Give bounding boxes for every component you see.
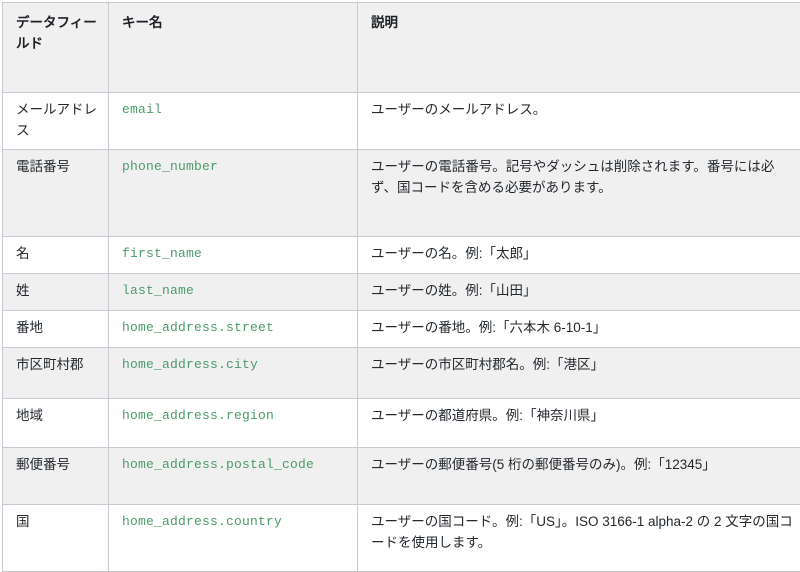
cell-data-field: 名 bbox=[3, 237, 109, 274]
cell-key-name: phone_number bbox=[109, 150, 358, 237]
cell-key-name: home_address.region bbox=[109, 399, 358, 448]
cell-data-field: 国 bbox=[3, 505, 109, 572]
table-row: 郵便番号 home_address.postal_code ユーザーの郵便番号(… bbox=[3, 448, 800, 505]
cell-data-field: 地域 bbox=[3, 399, 109, 448]
cell-data-field: メールアドレス bbox=[3, 93, 109, 150]
table-header-row: データフィールド キー名 説明 bbox=[3, 3, 800, 93]
header-data-field: データフィールド bbox=[3, 3, 109, 93]
table-row: 市区町村郡 home_address.city ユーザーの市区町村郡名。例:「港… bbox=[3, 348, 800, 399]
table-row: 国 home_address.country ユーザーの国コード。例:「US」。… bbox=[3, 505, 800, 572]
table-row: 電話番号 phone_number ユーザーの電話番号。記号やダッシュは削除され… bbox=[3, 150, 800, 237]
cell-description: ユーザーの番地。例:「六本木 6-10-1」 bbox=[358, 311, 800, 348]
table-row: 名 first_name ユーザーの名。例:「太郎」 bbox=[3, 237, 800, 274]
cell-description: ユーザーの名。例:「太郎」 bbox=[358, 237, 800, 274]
data-field-specification-table: データフィールド キー名 説明 メールアドレス email ユーザーのメールアド… bbox=[2, 2, 800, 572]
table-row: メールアドレス email ユーザーのメールアドレス。 bbox=[3, 93, 800, 150]
cell-description: ユーザーの都道府県。例:「神奈川県」 bbox=[358, 399, 800, 448]
cell-key-name: last_name bbox=[109, 274, 358, 311]
cell-description: ユーザーの姓。例:「山田」 bbox=[358, 274, 800, 311]
cell-key-name: home_address.country bbox=[109, 505, 358, 572]
cell-description: ユーザーの市区町村郡名。例:「港区」 bbox=[358, 348, 800, 399]
table-row: 番地 home_address.street ユーザーの番地。例:「六本木 6-… bbox=[3, 311, 800, 348]
table-header: データフィールド キー名 説明 bbox=[3, 3, 800, 93]
header-description: 説明 bbox=[358, 3, 800, 93]
cell-description: ユーザーのメールアドレス。 bbox=[358, 93, 800, 150]
cell-description: ユーザーの電話番号。記号やダッシュは削除されます。番号には必ず、国コードを含める… bbox=[358, 150, 800, 237]
cell-data-field: 電話番号 bbox=[3, 150, 109, 237]
cell-key-name: home_address.city bbox=[109, 348, 358, 399]
cell-data-field: 番地 bbox=[3, 311, 109, 348]
cell-description: ユーザーの国コード。例:「US」。ISO 3166-1 alpha-2 の 2 … bbox=[358, 505, 800, 572]
header-key-name: キー名 bbox=[109, 3, 358, 93]
table-container: データフィールド キー名 説明 メールアドレス email ユーザーのメールアド… bbox=[0, 0, 800, 572]
cell-data-field: 市区町村郡 bbox=[3, 348, 109, 399]
cell-data-field: 姓 bbox=[3, 274, 109, 311]
table-row: 姓 last_name ユーザーの姓。例:「山田」 bbox=[3, 274, 800, 311]
cell-key-name: home_address.street bbox=[109, 311, 358, 348]
table-row: 地域 home_address.region ユーザーの都道府県。例:「神奈川県… bbox=[3, 399, 800, 448]
cell-description: ユーザーの郵便番号(5 桁の郵便番号のみ)。例:「12345」 bbox=[358, 448, 800, 505]
cell-data-field: 郵便番号 bbox=[3, 448, 109, 505]
table-body: メールアドレス email ユーザーのメールアドレス。 電話番号 phone_n… bbox=[3, 93, 800, 572]
cell-key-name: first_name bbox=[109, 237, 358, 274]
cell-key-name: home_address.postal_code bbox=[109, 448, 358, 505]
cell-key-name: email bbox=[109, 93, 358, 150]
